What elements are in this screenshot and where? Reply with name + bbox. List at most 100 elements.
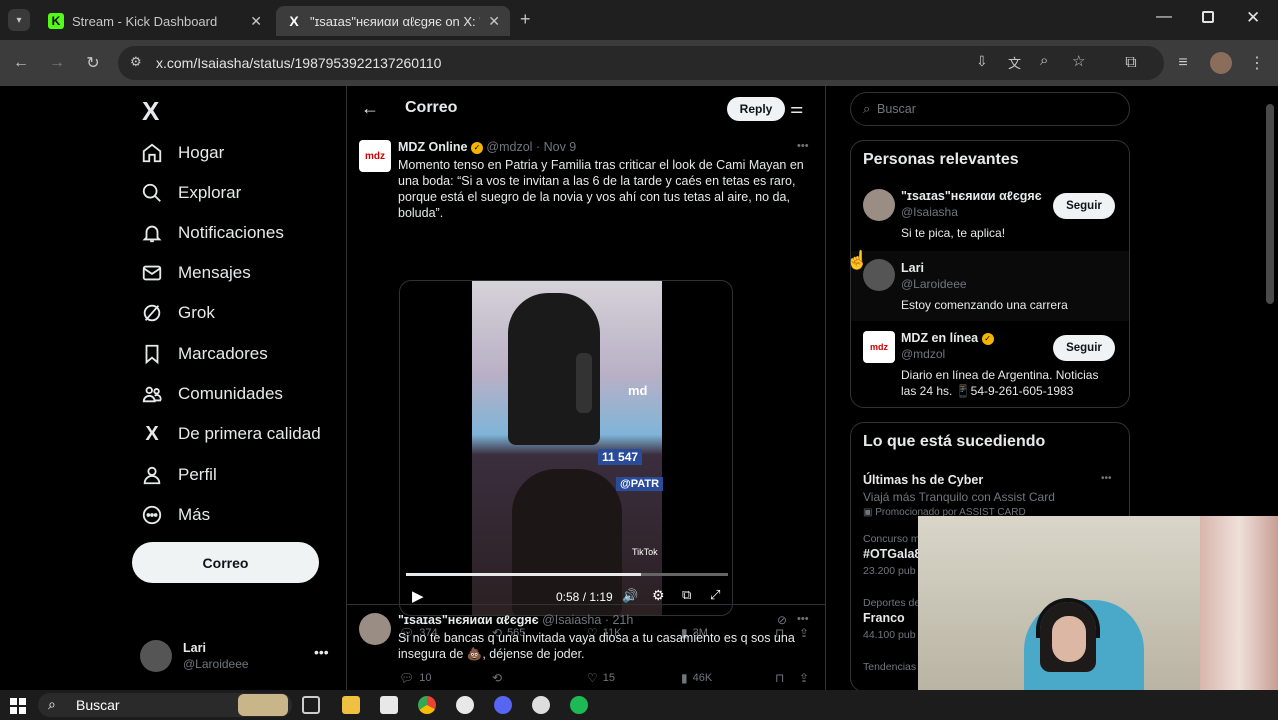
reply-tweet[interactable]: "ɪsaɪas"нєяиαи αℓєgяє @Isaiasha · 21h ⊘ … — [347, 604, 825, 690]
reload-button[interactable]: ↻ — [82, 52, 104, 74]
search-box[interactable]: ⌕ Buscar — [850, 92, 1130, 126]
reply-avatar[interactable] — [359, 613, 391, 645]
follow-button[interactable]: Seguir — [1053, 193, 1115, 219]
browser-tab-bar: ▾ K Stream - Kick Dashboard ✕ X "ɪsaɪas"… — [0, 0, 1278, 40]
extensions-icon[interactable]: ⧉ — [1120, 52, 1142, 74]
chrome-icon[interactable] — [418, 696, 436, 714]
person-row[interactable]: "ɪsaɪas"нєяиαи αℓєgяє @Isaiasha Si te pi… — [851, 181, 1129, 249]
grok-icon[interactable]: ⊘ — [777, 613, 787, 627]
account-name: Lari — [183, 641, 206, 655]
like-action[interactable]: ♡ 15 — [587, 671, 615, 685]
person-name[interactable]: "ɪsaɪas"нєяиαи αℓєgяє — [901, 189, 1042, 203]
tab-title: "ɪsaɪas"нєяиαи αℓєgяє on X: "… — [310, 13, 480, 29]
tab-x-post[interactable]: X "ɪsaɪas"нєяиαи αℓєgяє on X: "… ✕ — [276, 6, 510, 36]
author-handle[interactable]: @Isaiasha — [542, 613, 601, 627]
file-explorer-icon[interactable] — [342, 696, 360, 714]
nav-item-notifications[interactable]: Notificaciones — [140, 217, 284, 249]
restore-button[interactable] — [1202, 11, 1214, 23]
nav-item-messages[interactable]: Mensajes — [140, 257, 251, 289]
profile-avatar[interactable] — [1210, 52, 1232, 74]
taskbar-search[interactable]: ⌕ Buscar — [38, 693, 292, 717]
bookmark-action[interactable]: ⊓ — [775, 671, 789, 685]
person-name[interactable]: Lari — [901, 261, 924, 275]
page-scrollbar[interactable] — [1266, 104, 1274, 304]
back-arrow-icon[interactable]: ← — [361, 98, 379, 119]
nav-item-communities[interactable]: Comunidades — [140, 378, 283, 410]
nav-item-grok[interactable]: Grok — [140, 297, 215, 329]
people-icon — [140, 382, 164, 406]
author-handle[interactable]: @mdzol — [486, 140, 532, 154]
x-home-logo-icon[interactable]: X — [142, 96, 159, 127]
follow-button[interactable]: Seguir — [1053, 335, 1115, 361]
more-icon[interactable]: ••• — [314, 644, 329, 660]
tweet-avatar[interactable]: mdz — [359, 140, 391, 172]
close-tab-icon[interactable]: ✕ — [488, 13, 500, 30]
author-name[interactable]: "ɪsaɪas"нєяиαи αℓєgяє — [398, 613, 539, 627]
reply-more-icon[interactable]: ••• — [797, 613, 809, 625]
nav-item-more[interactable]: Más — [140, 499, 210, 531]
tweet-date[interactable]: Nov 9 — [544, 140, 577, 154]
video-progress-track[interactable] — [406, 573, 728, 576]
discord-icon[interactable] — [494, 696, 512, 714]
reply-text: Si no te bancas q una invitada vaya dios… — [398, 631, 795, 661]
url-text[interactable]: x.com/Isaiasha/status/198795392213726011… — [156, 55, 441, 71]
obs-icon[interactable] — [456, 696, 474, 714]
tab-search-dropdown[interactable]: ▾ — [8, 9, 30, 31]
video-time: 0:58 / 1:19 — [556, 590, 613, 604]
account-switcher[interactable]: Lari @Laroideee ••• — [140, 636, 340, 676]
close-tab-icon[interactable]: ✕ — [250, 13, 262, 30]
settings-sliders-icon[interactable]: ⚌ — [790, 99, 803, 117]
kick-logo-icon: K — [48, 13, 64, 29]
close-window-button[interactable]: ✕ — [1246, 8, 1260, 28]
home-icon — [140, 141, 164, 165]
minimize-button[interactable]: — — [1156, 8, 1172, 26]
reply-time[interactable]: 21h — [612, 613, 633, 627]
repost-action[interactable]: ⟲ — [492, 671, 507, 685]
pip-icon[interactable]: ⧉ — [682, 587, 691, 603]
translate-icon[interactable]: 文 — [1008, 53, 1021, 72]
calendar-icon[interactable] — [380, 696, 398, 714]
nav-item-profile[interactable]: Perfil — [140, 459, 217, 491]
nav-item-home[interactable]: Hogar — [140, 137, 224, 169]
media-control-icon[interactable]: ≡ — [1172, 52, 1194, 74]
relevant-people-card: Personas relevantes "ɪsaɪas"нєяиαи αℓєgя… — [850, 140, 1130, 408]
task-view-icon[interactable] — [302, 696, 320, 714]
install-app-icon[interactable]: ⇩ — [976, 53, 988, 70]
overlay-phone: 11 547 — [598, 449, 643, 465]
nav-item-premium[interactable]: X De primera calidad — [140, 418, 320, 450]
reply-action[interactable]: 💬︎ 10 — [399, 671, 431, 685]
nav-item-explore[interactable]: Explorar — [140, 177, 241, 209]
address-bar[interactable]: ⚙ x.com/Isaiasha/status/1987953922137260… — [118, 46, 1164, 80]
search-input[interactable]: Buscar — [877, 102, 916, 116]
spotify-icon[interactable] — [570, 696, 588, 714]
post-button[interactable]: Correo — [132, 542, 319, 583]
person-row[interactable]: Lari @Laroideee Estoy comenzando una car… — [851, 251, 1129, 321]
browser-menu-icon[interactable]: ⋮ — [1246, 52, 1268, 74]
fullscreen-icon[interactable]: ⤢ — [710, 587, 720, 603]
nav-label: Marcadores — [178, 344, 268, 363]
verified-badge-icon: ✓ — [981, 332, 994, 345]
back-button[interactable]: ← — [10, 52, 32, 74]
tab-kick-dashboard[interactable]: K Stream - Kick Dashboard ✕ — [38, 6, 272, 36]
app-icon[interactable] — [532, 696, 550, 714]
tweet[interactable]: mdz MDZ Online ✓ @mdzol · Nov 9 ••• Mome… — [347, 136, 825, 646]
share-action[interactable]: ⇪ — [799, 671, 814, 685]
person-name[interactable]: MDZ en línea — [901, 331, 978, 345]
zoom-icon[interactable]: ⌕ — [1040, 52, 1048, 69]
author-name[interactable]: MDZ Online — [398, 140, 467, 154]
reply-button[interactable]: Reply — [727, 97, 785, 121]
video-player[interactable]: md 11 547 @PATR TikTok ▶ 0:58 / 1:19 🔊 ⚙… — [399, 280, 733, 616]
windows-start-icon[interactable] — [10, 698, 26, 714]
trend-more-icon[interactable]: ••• — [1101, 473, 1112, 484]
forward-button[interactable]: → — [46, 52, 68, 74]
settings-icon[interactable]: ⚙ — [652, 587, 665, 604]
person-row[interactable]: mdz MDZ en línea ✓ @mdzol Diario en líne… — [851, 323, 1129, 407]
site-info-icon[interactable]: ⚙ — [130, 54, 142, 70]
bookmark-star-icon[interactable]: ☆ — [1072, 52, 1085, 70]
play-icon[interactable]: ▶ — [412, 587, 424, 605]
nav-item-bookmarks[interactable]: Marcadores — [140, 338, 268, 370]
new-tab-button[interactable]: + — [520, 9, 531, 30]
tweet-more-icon[interactable]: ••• — [797, 140, 809, 152]
views-action[interactable]: ▮ 46K — [681, 671, 712, 685]
volume-icon[interactable]: 🔊 — [622, 588, 638, 604]
